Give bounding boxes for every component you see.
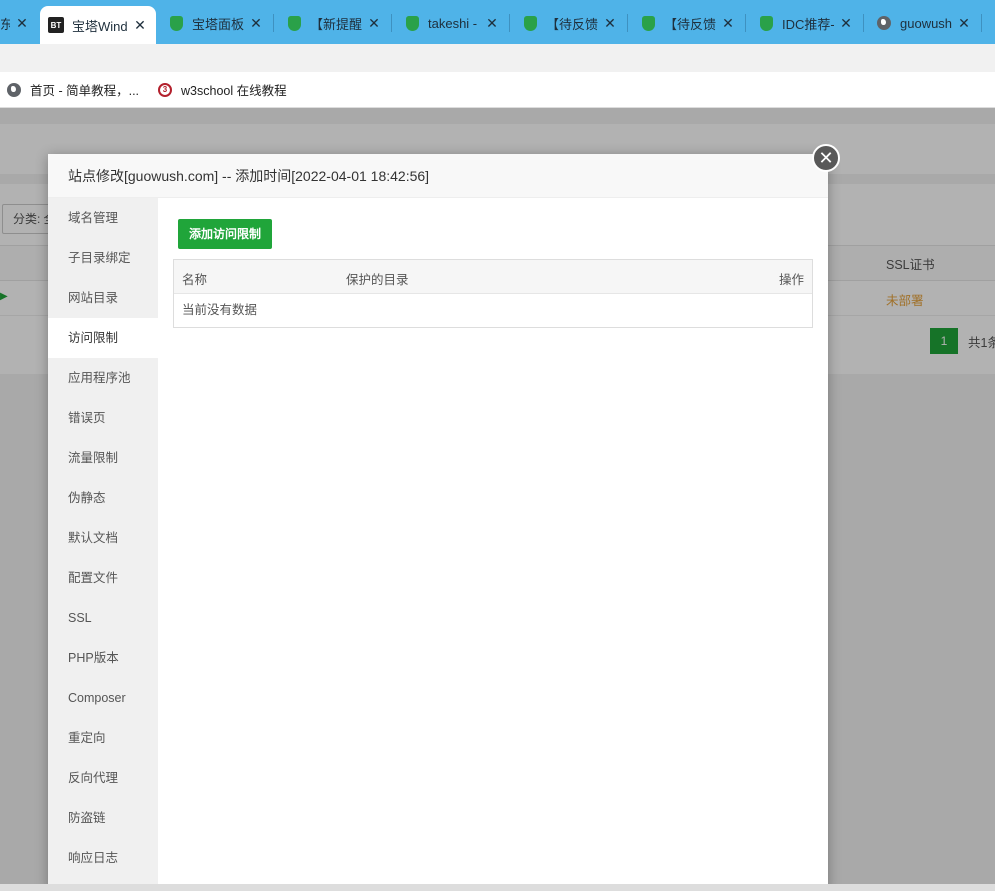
tab-0[interactable]: 东 ✕: [0, 6, 38, 40]
sidebar-item-ssl[interactable]: SSL: [48, 598, 158, 638]
address-toolbar: [0, 44, 995, 72]
globe-icon: [6, 82, 22, 98]
tab-7[interactable]: IDC推荐- ✕: [750, 6, 862, 40]
close-icon[interactable]: ✕: [132, 17, 148, 33]
close-icon[interactable]: ✕: [14, 15, 30, 31]
close-icon[interactable]: ✕: [484, 15, 500, 31]
tab-6[interactable]: 【待反馈】 ✕: [632, 6, 744, 40]
sidebar-item-reverse-proxy[interactable]: 反向代理: [48, 758, 158, 798]
w3school-icon: 3: [157, 82, 173, 98]
sidebar-item-app-pool[interactable]: 应用程序池: [48, 358, 158, 398]
tab-label: 【新提醒】: [310, 16, 362, 32]
sidebar-item-domain[interactable]: 域名管理: [48, 198, 158, 238]
sidebar-item-error-page[interactable]: 错误页: [48, 398, 158, 438]
sidebar-item-config-file[interactable]: 配置文件: [48, 558, 158, 598]
tab-label: IDC推荐-: [782, 16, 834, 32]
tab-active[interactable]: BT 宝塔Windo ✕: [40, 6, 156, 44]
tab-separator: [627, 14, 628, 32]
shield-icon: [404, 15, 420, 31]
column-header-protected-dir: 保护的目录: [346, 273, 409, 287]
table-empty-message: 当前没有数据: [182, 303, 258, 317]
tab-5[interactable]: 【待反馈】 ✕: [514, 6, 626, 40]
table-header: 名称 保护的目录 操作: [174, 260, 812, 294]
tab-label: 东: [0, 16, 10, 32]
close-icon[interactable]: ✕: [366, 15, 382, 31]
bookmark-label: 首页 - 简单教程，...: [30, 84, 140, 98]
tab-3[interactable]: 【新提醒】 ✕: [278, 6, 390, 40]
column-header-name: 名称: [182, 273, 208, 287]
tab-label: 【待反馈】: [664, 16, 716, 32]
browser-tab-strip: 东 ✕ BT 宝塔Windo ✕ 宝塔面板- ✕ 【新提醒】 ✕ takeshi…: [0, 0, 995, 44]
sidebar-item-php-version[interactable]: PHP版本: [48, 638, 158, 678]
access-limit-table: 名称 保护的目录 操作 当前没有数据: [173, 259, 813, 328]
tab-separator: [745, 14, 746, 32]
globe-icon: [876, 15, 892, 31]
tab-8[interactable]: guowush ✕: [868, 6, 980, 40]
column-header-actions: 操作: [778, 273, 804, 287]
sidebar-item-composer[interactable]: Composer: [48, 678, 158, 718]
tab-4[interactable]: takeshi - ✕: [396, 6, 508, 40]
sidebar-item-subdir-bind[interactable]: 子目录绑定: [48, 238, 158, 278]
tab-separator: [981, 14, 982, 32]
close-icon[interactable]: ✕: [956, 15, 972, 31]
sidebar-item-default-doc[interactable]: 默认文档: [48, 518, 158, 558]
sidebar-item-access-limit[interactable]: 访问限制: [48, 318, 158, 358]
sidebar-item-response-log[interactable]: 响应日志: [48, 838, 158, 878]
site-edit-modal: 站点修改[guowush.com] -- 添加时间[2022-04-01 18:…: [48, 154, 828, 891]
bookmark-item[interactable]: 首页 - 简单教程，...: [6, 80, 139, 99]
shield-icon: [640, 15, 656, 31]
sidebar-item-site-dir[interactable]: 网站目录: [48, 278, 158, 318]
shield-icon: [522, 15, 538, 31]
close-icon[interactable]: ✕: [602, 15, 618, 31]
sidebar-item-rewrite[interactable]: 伪静态: [48, 478, 158, 518]
tab-2[interactable]: 宝塔面板- ✕: [160, 6, 272, 40]
tab-label: 宝塔Windo: [72, 18, 128, 34]
bookmark-label: w3school 在线教程: [181, 84, 287, 98]
tab-separator: [273, 14, 274, 32]
close-icon[interactable]: ✕: [838, 15, 854, 31]
tab-label: 宝塔面板-: [192, 16, 244, 32]
tab-separator: [391, 14, 392, 32]
tab-separator: [509, 14, 510, 32]
tab-label: takeshi -: [428, 15, 478, 31]
bookmarks-bar: 首页 - 简单教程，... 3 w3school 在线教程: [0, 72, 995, 108]
sidebar-item-traffic-limit[interactable]: 流量限制: [48, 438, 158, 478]
close-icon[interactable]: ✕: [720, 15, 736, 31]
tab-separator: [863, 14, 864, 32]
modal-content: 添加访问限制 名称 保护的目录 操作 当前没有数据: [158, 198, 828, 891]
tab-label: 【待反馈】: [546, 16, 598, 32]
sidebar-item-hotlink[interactable]: 防盗链: [48, 798, 158, 838]
close-icon[interactable]: ✕: [812, 144, 840, 172]
bt-logo-icon: BT: [48, 17, 64, 33]
scrollbar-horizontal[interactable]: [0, 884, 995, 891]
close-icon[interactable]: ✕: [248, 15, 264, 31]
modal-title: 站点修改[guowush.com] -- 添加时间[2022-04-01 18:…: [48, 154, 828, 198]
shield-icon: [758, 15, 774, 31]
shield-icon: [286, 15, 302, 31]
tab-label: guowush: [900, 15, 952, 31]
sidebar-item-redirect[interactable]: 重定向: [48, 718, 158, 758]
add-access-limit-button[interactable]: 添加访问限制: [178, 219, 273, 249]
modal-sidebar: 域名管理 子目录绑定 网站目录 访问限制 应用程序池 错误页 流量限制 伪静态 …: [48, 198, 158, 891]
shield-icon: [168, 15, 184, 31]
bookmark-item[interactable]: 3 w3school 在线教程: [157, 80, 287, 99]
